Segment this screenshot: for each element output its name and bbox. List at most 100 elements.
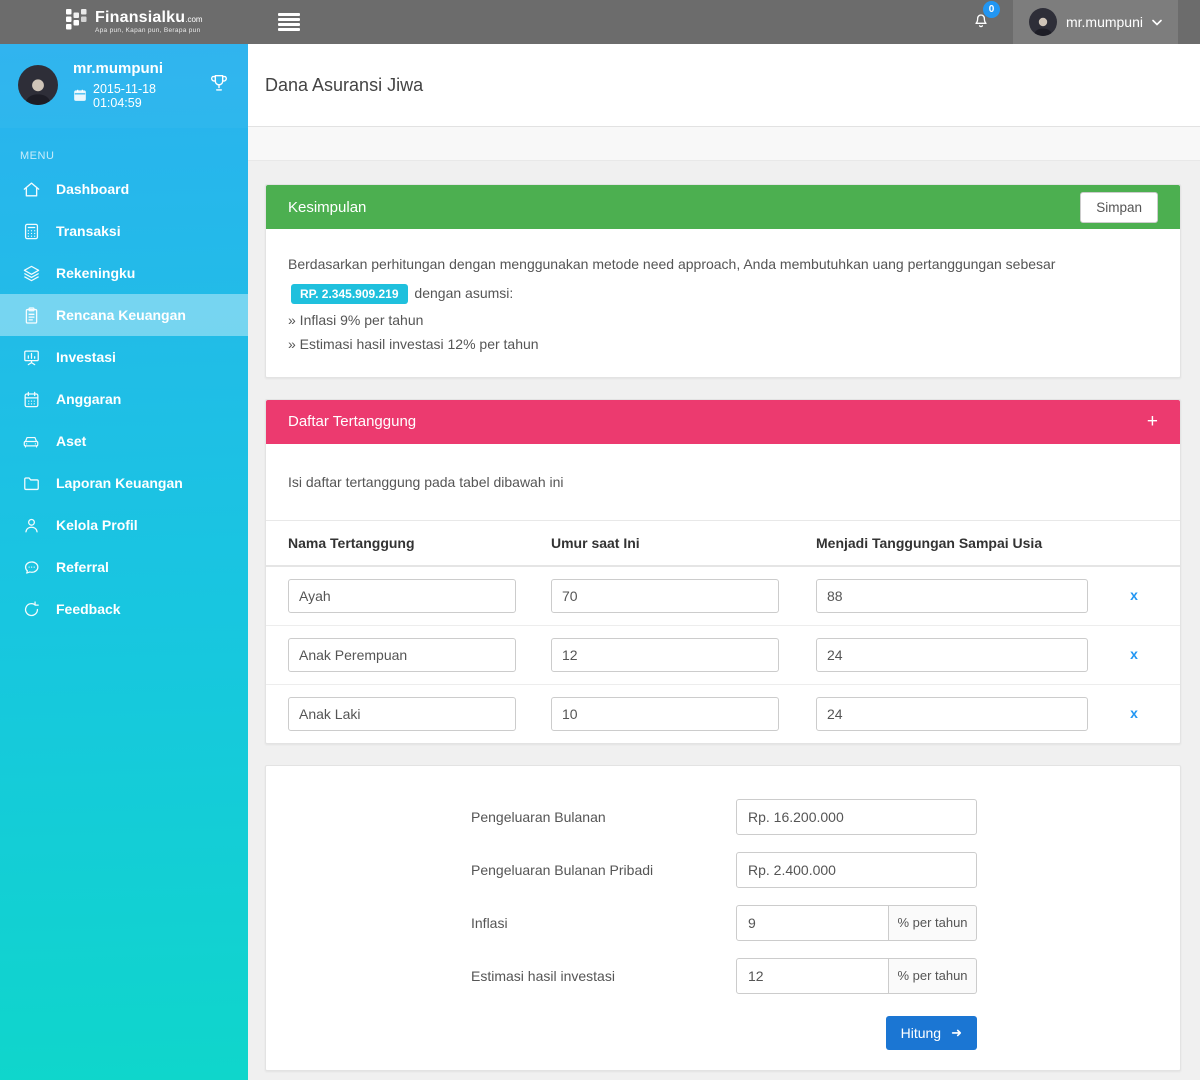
sidebar-item-label: Rekeningku xyxy=(56,265,135,281)
sidebar-item-label: Anggaran xyxy=(56,391,121,407)
sidebar-item-label: Dashboard xyxy=(56,181,129,197)
pengeluaran-bulanan-input[interactable] xyxy=(736,799,977,835)
kesimpulan-body: Berdasarkan perhitungan dengan menggunak… xyxy=(266,229,1180,377)
user-menu[interactable]: mr.mumpuni xyxy=(1013,0,1178,44)
tertanggung-header: Daftar Tertanggung + xyxy=(266,400,1180,444)
field-label: Inflasi xyxy=(471,915,736,931)
tertanggung-instruction: Isi daftar tertanggung pada tabel dibawa… xyxy=(266,444,1180,521)
umur-input[interactable] xyxy=(551,697,779,731)
estimasi-investasi-input[interactable] xyxy=(736,958,889,994)
simpan-button[interactable]: Simpan xyxy=(1080,192,1158,223)
table-row: x xyxy=(266,626,1180,685)
sidebar-item-label: Referral xyxy=(56,559,109,575)
field-label: Estimasi hasil investasi xyxy=(471,968,736,984)
brand-name: Finansialku xyxy=(95,9,185,26)
logo-grid-icon xyxy=(66,9,88,36)
brand-logo[interactable]: Finansialku.com Apa pun, Kapan pun, Bera… xyxy=(0,0,248,44)
navbar-right: 0 mr.mumpuni xyxy=(971,0,1200,44)
sidebar-item-label: Investasi xyxy=(56,349,116,365)
sidebar-toggle-icon[interactable] xyxy=(278,13,300,31)
sidebar-item-feedback[interactable]: Feedback xyxy=(0,588,248,630)
table-row: x xyxy=(266,685,1180,743)
delete-row-button[interactable]: x xyxy=(1130,646,1138,662)
delete-row-button[interactable]: x xyxy=(1130,587,1138,603)
arrow-right-icon: ➜ xyxy=(951,1025,962,1041)
inflasi-input[interactable] xyxy=(736,905,889,941)
add-row-button[interactable]: + xyxy=(1147,412,1158,431)
top-navbar: Finansialku.com Apa pun, Kapan pun, Bera… xyxy=(0,0,1200,44)
assumption-investasi: » Estimasi hasil investasi 12% per tahun xyxy=(288,334,1158,354)
sampai-usia-input[interactable] xyxy=(816,579,1088,613)
column-header-sampai-usia: Menjadi Tanggungan Sampai Usia xyxy=(816,535,1110,551)
nama-input[interactable] xyxy=(288,697,516,731)
brand-tld: .com xyxy=(185,15,202,24)
sidebar-item-kelola-profil[interactable]: Kelola Profil xyxy=(0,504,248,546)
notifications-button[interactable]: 0 xyxy=(971,9,991,36)
sidebar-item-transaksi[interactable]: Transaksi xyxy=(0,210,248,252)
form-row-pengeluaran-pribadi: Pengeluaran Bulanan Pribadi xyxy=(266,852,1180,888)
sidebar-item-investasi[interactable]: Investasi xyxy=(0,336,248,378)
bell-icon xyxy=(971,18,991,35)
form-row-inflasi: Inflasi % per tahun xyxy=(266,905,1180,941)
sidebar-item-label: Feedback xyxy=(56,601,121,617)
clipboard-icon xyxy=(20,306,42,325)
nama-input[interactable] xyxy=(288,579,516,613)
field-label: Pengeluaran Bulanan Pribadi xyxy=(471,862,736,878)
avatar[interactable] xyxy=(18,65,58,105)
trophy-icon[interactable] xyxy=(208,71,230,100)
chat-icon xyxy=(20,558,42,577)
avatar xyxy=(1029,8,1057,36)
umur-input[interactable] xyxy=(551,638,779,672)
sidebar-item-anggaran[interactable]: Anggaran xyxy=(0,378,248,420)
pengeluaran-pribadi-input[interactable] xyxy=(736,852,977,888)
car-icon xyxy=(20,432,42,451)
nama-input[interactable] xyxy=(288,638,516,672)
sampai-usia-input[interactable] xyxy=(816,638,1088,672)
calendar-grid-icon xyxy=(20,390,42,409)
brand-tagline: Apa pun, Kapan pun, Berapa pun xyxy=(95,28,203,35)
sidebar-item-laporan-keuangan[interactable]: Laporan Keuangan xyxy=(0,462,248,504)
notifications-badge: 0 xyxy=(983,1,1000,18)
calendar-icon xyxy=(73,88,87,105)
menu-section-label: MENU xyxy=(0,128,248,168)
percent-addon: % per tahun xyxy=(889,958,977,994)
profile-datetime: 2015-11-18 01:04:59 xyxy=(93,82,204,110)
kesimpulan-header: Kesimpulan Simpan xyxy=(266,185,1180,229)
umur-input[interactable] xyxy=(551,579,779,613)
kesimpulan-title: Kesimpulan xyxy=(288,199,366,216)
sidebar-item-label: Kelola Profil xyxy=(56,517,138,533)
sidebar-item-label: Rencana Keuangan xyxy=(56,307,186,323)
table-header-row: Nama Tertanggung Umur saat Ini Menjadi T… xyxy=(266,521,1180,567)
layers-icon xyxy=(20,264,42,283)
page-title: Dana Asuransi Jiwa xyxy=(265,75,423,96)
form-row-pengeluaran-bulanan: Pengeluaran Bulanan xyxy=(266,799,1180,835)
sidebar-item-label: Transaksi xyxy=(56,223,121,239)
profile-name: mr.mumpuni xyxy=(73,60,204,77)
folder-icon xyxy=(20,474,42,493)
kesimpulan-text: Berdasarkan perhitungan dengan menggunak… xyxy=(288,256,1055,272)
coverage-amount-badge: RP. 2.345.909.219 xyxy=(291,284,408,304)
sidebar-item-referral[interactable]: Referral xyxy=(0,546,248,588)
chevron-down-icon xyxy=(1152,13,1162,31)
delete-row-button[interactable]: x xyxy=(1130,705,1138,721)
tertanggung-panel: Daftar Tertanggung + Isi daftar tertangg… xyxy=(265,399,1181,744)
sidebar-item-aset[interactable]: Aset xyxy=(0,420,248,462)
refresh-icon xyxy=(20,600,42,619)
column-header-nama: Nama Tertanggung xyxy=(288,535,551,551)
sidebar-item-rekeningku[interactable]: Rekeningku xyxy=(0,252,248,294)
calculation-form-panel: Pengeluaran Bulanan Pengeluaran Bulanan … xyxy=(265,765,1181,1071)
sidebar-item-label: Laporan Keuangan xyxy=(56,475,183,491)
home-icon xyxy=(20,180,42,199)
hitung-button[interactable]: Hitung ➜ xyxy=(886,1016,977,1050)
breadcrumb-strip xyxy=(248,127,1200,161)
chart-board-icon xyxy=(20,348,42,367)
sidebar-item-rencana-keuangan[interactable]: Rencana Keuangan xyxy=(0,294,248,336)
form-row-estimasi: Estimasi hasil investasi % per tahun xyxy=(266,958,1180,994)
sidebar-profile: mr.mumpuni 2015-11-18 01:04:59 xyxy=(0,44,248,128)
kesimpulan-panel: Kesimpulan Simpan Berdasarkan perhitunga… xyxy=(265,184,1181,378)
sidebar-item-dashboard[interactable]: Dashboard xyxy=(0,168,248,210)
hitung-label: Hitung xyxy=(901,1025,941,1041)
table-row: x xyxy=(266,567,1180,626)
sampai-usia-input[interactable] xyxy=(816,697,1088,731)
assumption-inflasi: » Inflasi 9% per tahun xyxy=(288,310,1158,330)
